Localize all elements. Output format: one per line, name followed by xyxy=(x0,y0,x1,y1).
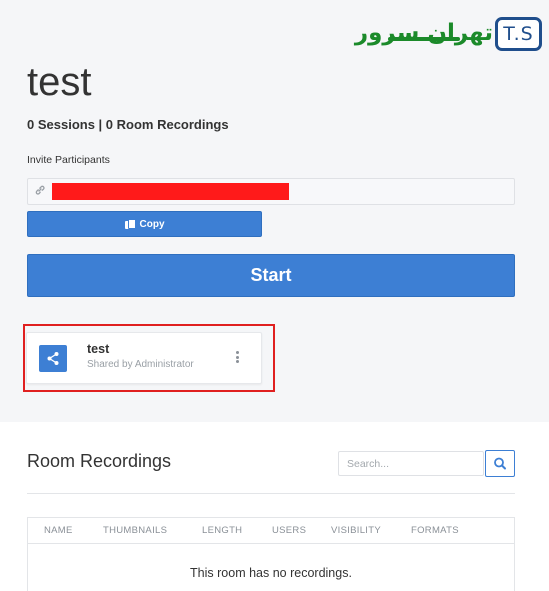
more-vertical-icon[interactable] xyxy=(233,351,241,367)
search-button[interactable] xyxy=(485,450,515,477)
recordings-table-header: NAME THUMBNAILS LENGTH USERS VISIBILITY … xyxy=(28,518,514,544)
recordings-divider xyxy=(27,493,515,494)
logo-wordmark: تهران سرور xyxy=(354,20,494,46)
logo-badge: T.S xyxy=(495,17,542,51)
room-card[interactable]: test Shared by Administrator xyxy=(26,332,262,384)
start-button[interactable]: Start xyxy=(27,254,515,297)
copy-icon xyxy=(124,218,136,230)
redacted-invite-url xyxy=(52,183,289,200)
room-stats: 0 Sessions | 0 Room Recordings xyxy=(27,117,229,132)
column-header-visibility[interactable]: VISIBILITY xyxy=(331,525,381,536)
column-header-thumbnails[interactable]: THUMBNAILS xyxy=(103,525,167,536)
share-icon xyxy=(39,345,67,372)
invite-url-field[interactable] xyxy=(27,178,515,205)
column-header-length[interactable]: LENGTH xyxy=(202,525,242,536)
room-card-title: test xyxy=(87,342,110,356)
recordings-search-input[interactable] xyxy=(338,451,484,476)
page-title: test xyxy=(27,60,92,104)
column-header-name[interactable]: NAME xyxy=(44,525,73,536)
recordings-table: NAME THUMBNAILS LENGTH USERS VISIBILITY … xyxy=(27,517,515,591)
copy-button[interactable]: Copy xyxy=(27,211,262,237)
invite-label: Invite Participants xyxy=(27,154,110,166)
column-header-users[interactable]: USERS xyxy=(272,525,306,536)
link-icon xyxy=(34,184,48,200)
copy-button-label: Copy xyxy=(139,218,165,230)
search-icon xyxy=(494,457,506,470)
logo-badge-text: T.S xyxy=(503,23,534,45)
room-card-subtitle: Shared by Administrator xyxy=(87,359,194,370)
brand-logo[interactable]: تهران سرور T.S xyxy=(348,14,544,54)
start-button-label: Start xyxy=(250,265,292,285)
logo-underline xyxy=(388,37,460,41)
room-header-section: تهران سرور T.S test 0 Sessions | 0 Room … xyxy=(0,0,549,422)
column-header-formats[interactable]: FORMATS xyxy=(411,525,459,536)
recordings-title: Room Recordings xyxy=(27,451,172,471)
empty-recordings-message: This room has no recordings. xyxy=(190,566,352,580)
